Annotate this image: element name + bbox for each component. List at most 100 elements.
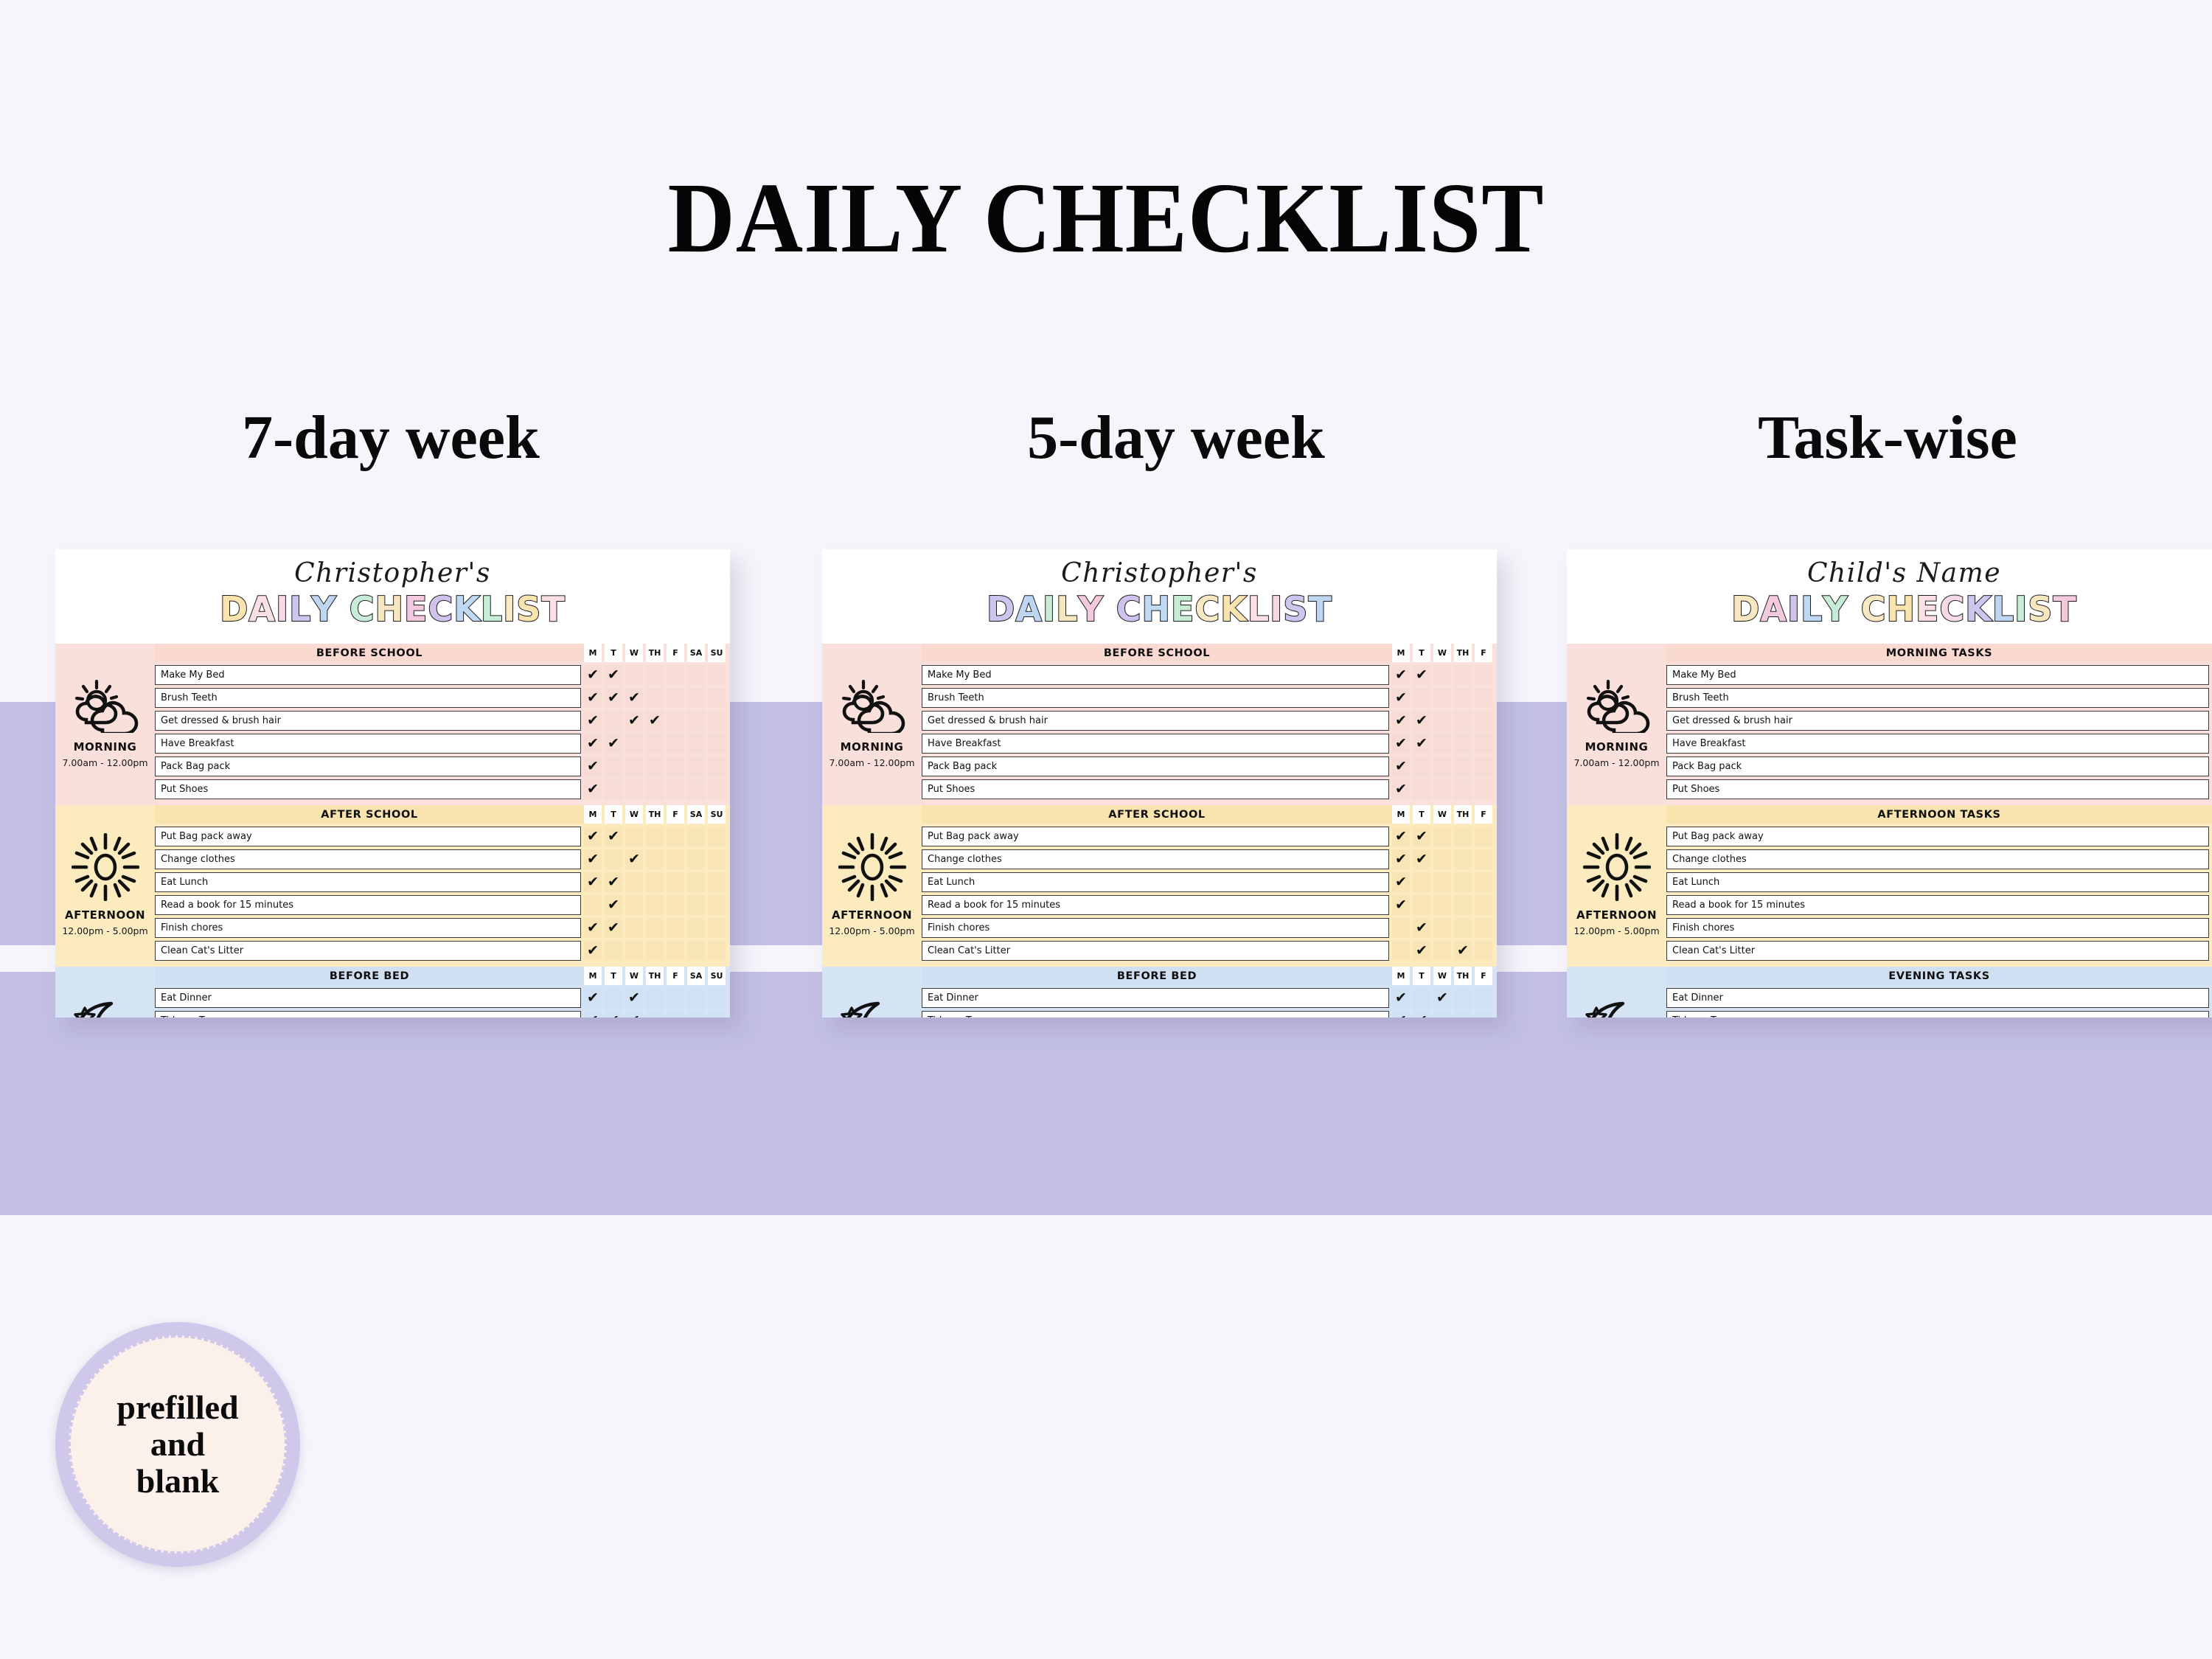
checkbox-empty[interactable] <box>1433 665 1451 685</box>
checkbox-empty[interactable] <box>646 665 664 685</box>
checkbox-empty[interactable] <box>646 688 664 708</box>
checkbox-checked[interactable]: ✔ <box>1392 779 1410 799</box>
checkbox-empty[interactable] <box>687 779 705 799</box>
checkbox-empty[interactable] <box>1475 988 1492 1008</box>
checkbox-empty[interactable] <box>1454 779 1472 799</box>
checkbox-empty[interactable] <box>708 665 726 685</box>
checkbox-empty[interactable] <box>1433 941 1451 961</box>
checkbox-empty[interactable] <box>667 849 684 869</box>
task-label[interactable]: Read a book for 15 minutes <box>155 895 581 915</box>
checkbox-empty[interactable] <box>1392 918 1410 938</box>
checkbox-empty[interactable] <box>1433 827 1451 846</box>
checkbox-empty[interactable] <box>1454 988 1472 1008</box>
checkbox-checked[interactable]: ✔ <box>605 918 622 938</box>
checkbox-empty[interactable] <box>708 688 726 708</box>
checkbox-checked[interactable]: ✔ <box>605 688 622 708</box>
checkbox-empty[interactable] <box>1475 688 1492 708</box>
checkbox-checked[interactable]: ✔ <box>584 1011 602 1018</box>
checkbox-empty[interactable] <box>1475 757 1492 776</box>
checkbox-checked[interactable]: ✔ <box>584 941 602 961</box>
checkbox-checked[interactable]: ✔ <box>584 734 602 754</box>
checkbox-empty[interactable] <box>667 688 684 708</box>
checkbox-empty[interactable] <box>605 779 622 799</box>
checkbox-empty[interactable] <box>687 1011 705 1018</box>
checkbox-checked[interactable]: ✔ <box>584 688 602 708</box>
checkbox-empty[interactable] <box>687 872 705 892</box>
child-name[interactable]: Child's Name <box>1807 558 2001 588</box>
checkbox-empty[interactable] <box>1433 849 1451 869</box>
checkbox-checked[interactable]: ✔ <box>1392 872 1410 892</box>
checkbox-empty[interactable] <box>646 941 664 961</box>
checkbox-empty[interactable] <box>646 757 664 776</box>
checkbox-empty[interactable] <box>625 872 643 892</box>
task-label[interactable]: Eat Dinner <box>155 988 581 1008</box>
checkbox-checked[interactable]: ✔ <box>625 849 643 869</box>
checkbox-empty[interactable] <box>605 849 622 869</box>
checkbox-empty[interactable] <box>667 779 684 799</box>
checkbox-checked[interactable]: ✔ <box>1413 849 1430 869</box>
checkbox-empty[interactable] <box>646 827 664 846</box>
checkbox-empty[interactable] <box>1433 757 1451 776</box>
checkbox-checked[interactable]: ✔ <box>1392 688 1410 708</box>
checkbox-empty[interactable] <box>625 918 643 938</box>
checkbox-empty[interactable] <box>687 711 705 731</box>
checkbox-empty[interactable] <box>708 827 726 846</box>
checkbox-empty[interactable] <box>646 872 664 892</box>
checkbox-checked[interactable]: ✔ <box>625 988 643 1008</box>
checkbox-empty[interactable] <box>1413 779 1430 799</box>
checkbox-checked[interactable]: ✔ <box>1392 849 1410 869</box>
checkbox-empty[interactable] <box>1475 734 1492 754</box>
checkbox-empty[interactable] <box>667 711 684 731</box>
checkbox-empty[interactable] <box>1433 711 1451 731</box>
checkbox-empty[interactable] <box>1475 779 1492 799</box>
task-label[interactable]: Make My Bed <box>922 665 1389 685</box>
checkbox-checked[interactable]: ✔ <box>1392 988 1410 1008</box>
checkbox-empty[interactable] <box>1475 941 1492 961</box>
task-label[interactable]: Put Bag pack away <box>922 827 1389 846</box>
task-label[interactable]: Read a book for 15 minutes <box>922 895 1389 915</box>
checkbox-checked[interactable]: ✔ <box>584 711 602 731</box>
checkbox-empty[interactable] <box>605 941 622 961</box>
checkbox-checked[interactable]: ✔ <box>1413 918 1430 938</box>
task-label[interactable]: Make My Bed <box>155 665 581 685</box>
checkbox-empty[interactable] <box>605 711 622 731</box>
task-label[interactable]: Have Breakfast <box>922 734 1389 754</box>
checkbox-empty[interactable] <box>687 734 705 754</box>
checkbox-checked[interactable]: ✔ <box>584 849 602 869</box>
checkbox-checked[interactable]: ✔ <box>1392 711 1410 731</box>
checkbox-empty[interactable] <box>667 757 684 776</box>
checkbox-empty[interactable] <box>646 734 664 754</box>
checkbox-empty[interactable] <box>708 941 726 961</box>
checkbox-empty[interactable] <box>1413 895 1430 915</box>
task-label[interactable]: Put Shoes <box>155 779 581 799</box>
task-label[interactable]: Finish chores <box>155 918 581 938</box>
task-label[interactable]: Make My Bed <box>1666 665 2209 685</box>
task-label[interactable]: Pack Bag pack <box>1666 757 2209 776</box>
checkbox-empty[interactable] <box>708 779 726 799</box>
task-label[interactable]: Eat Lunch <box>922 872 1389 892</box>
checkbox-empty[interactable] <box>605 757 622 776</box>
checkbox-empty[interactable] <box>1475 918 1492 938</box>
task-label[interactable]: Have Breakfast <box>155 734 581 754</box>
task-label[interactable]: Tidy up Toys <box>922 1011 1389 1018</box>
checkbox-empty[interactable] <box>667 734 684 754</box>
checkbox-empty[interactable] <box>1433 918 1451 938</box>
task-label[interactable]: Change clothes <box>155 849 581 869</box>
checkbox-checked[interactable]: ✔ <box>584 988 602 1008</box>
checkbox-checked[interactable]: ✔ <box>1392 895 1410 915</box>
checkbox-empty[interactable] <box>687 827 705 846</box>
checkbox-empty[interactable] <box>1392 941 1410 961</box>
checkbox-empty[interactable] <box>687 665 705 685</box>
checkbox-checked[interactable]: ✔ <box>584 665 602 685</box>
checkbox-empty[interactable] <box>646 895 664 915</box>
checkbox-empty[interactable] <box>584 895 602 915</box>
checkbox-checked[interactable]: ✔ <box>646 711 664 731</box>
checkbox-empty[interactable] <box>1454 827 1472 846</box>
child-name[interactable]: Christopher's <box>1061 558 1258 588</box>
task-label[interactable]: Put Bag pack away <box>155 827 581 846</box>
task-label[interactable]: Put Shoes <box>1666 779 2209 799</box>
checkbox-empty[interactable] <box>1433 734 1451 754</box>
checkbox-checked[interactable]: ✔ <box>584 779 602 799</box>
checkbox-checked[interactable]: ✔ <box>584 827 602 846</box>
checkbox-checked[interactable]: ✔ <box>1392 665 1410 685</box>
